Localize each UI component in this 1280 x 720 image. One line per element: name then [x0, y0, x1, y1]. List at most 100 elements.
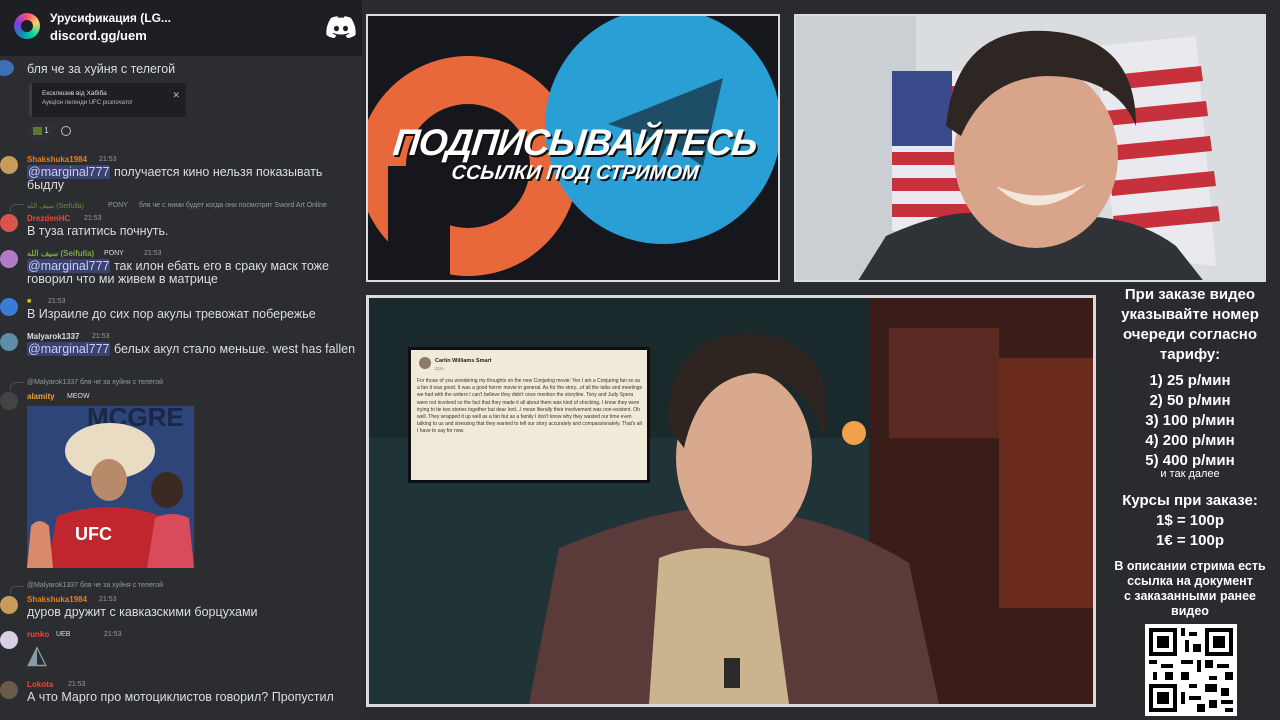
post-body: For those of you wondering my thoughts o…: [417, 378, 643, 435]
reply-preview[interactable]: @Malyarok1337 бля че за хуйня с телегой: [27, 379, 163, 386]
rate-item: 1$ = 100р: [1156, 512, 1224, 529]
note-line: с заказанными ранее: [1123, 589, 1256, 603]
link-embed[interactable]: Ексклюзив від Хабіба Аукціон легенди UFC…: [29, 83, 186, 117]
message-text: @marginal777 белых акул стало меньше. we…: [27, 342, 357, 356]
close-icon[interactable]: ✕: [172, 90, 180, 101]
timestamp: 21:53: [144, 250, 162, 257]
mention[interactable]: @marginal777: [27, 342, 111, 356]
user-badge: UEB: [56, 631, 71, 638]
stream-layout: Урусификация (LG... discord.gg/uem бля ч…: [0, 0, 1280, 720]
gif-attachment[interactable]: MCGRE UFC: [27, 406, 194, 568]
order-instructions: При заказе видео указывайте номер очеред…: [1100, 285, 1280, 365]
timestamp: 21:53: [48, 298, 66, 305]
avatar: [0, 156, 18, 174]
tariff-list: 1) 25 р/мин 2) 50 р/мин 3) 100 р/мин 4) …: [1100, 371, 1280, 471]
avatar: [0, 250, 18, 268]
reply-connector: [10, 204, 24, 212]
embed-description: Аукціон легенди UFC розпочато!: [42, 100, 133, 106]
username[interactable]: runko: [27, 630, 49, 639]
server-name: Урусификация (LG...: [50, 11, 171, 25]
rates-title: Курсы при заказе:: [1122, 492, 1258, 509]
tariff-item: 1) 25 р/мин: [1149, 372, 1231, 389]
subscribe-promo-panel: ПОДПИСЫВАЙТЕСЬ ССЫЛКИ ПОД СТРИМОМ: [366, 14, 780, 282]
webcam-feed: [794, 14, 1266, 282]
post-avatar: [419, 357, 431, 369]
note-line: ссылка на документ: [1127, 574, 1253, 588]
timestamp: 21:53: [104, 631, 122, 638]
username[interactable]: alamity: [27, 392, 55, 401]
tariff-item: 3) 100 р/мин: [1145, 412, 1235, 429]
timestamp: 21:53: [68, 681, 86, 688]
server-icon[interactable]: [14, 13, 40, 39]
username[interactable]: سيف الله (Seifulla): [27, 249, 94, 258]
message-text: бля че за хуйня с телегой: [27, 62, 176, 76]
avatar: [0, 298, 18, 316]
avatar: [0, 214, 18, 232]
reply-preview[interactable]: бля че с ними будет когда они посмотрят …: [139, 202, 327, 209]
instruction-line: тарифу:: [1159, 346, 1221, 363]
message-body: белых акул стало меньше. west has fallen: [113, 342, 356, 356]
tariff-item: 4) 200 р/мин: [1145, 432, 1235, 449]
message-text: @marginal777 получается кино нельзя пока…: [27, 165, 357, 192]
discord-chat-overlay: Урусификация (LG... discord.gg/uem бля ч…: [0, 0, 362, 720]
avatar: [0, 681, 18, 699]
timestamp: 21:53: [99, 596, 117, 603]
embed-title: Ексклюзив від Хабіба: [42, 90, 107, 97]
add-reaction-icon[interactable]: [61, 126, 71, 136]
exchange-rates: Курсы при заказе: 1$ = 100р 1€ = 100р: [1100, 491, 1280, 551]
avatar: [0, 392, 18, 410]
tariff-item: 2) 50 р/мин: [1149, 392, 1231, 409]
post-time: 21m: [435, 366, 444, 371]
message-text: А что Марго про мотоциклистов говорил? П…: [27, 690, 334, 704]
mention[interactable]: @marginal777: [27, 165, 111, 179]
reaction-chip[interactable]: 1: [29, 123, 55, 139]
reply-preview[interactable]: @Malyarok1337 бля че за хуйня с телегой: [27, 582, 163, 589]
username[interactable]: Shakshuka1984: [27, 155, 87, 164]
avatar: [0, 596, 18, 614]
reply-badge: PONY: [108, 202, 128, 209]
message-text: @marginal777 так илон ебать его в сраку …: [27, 259, 357, 286]
promo-headline: ПОДПИСЫВАЙТЕСЬ: [391, 122, 759, 163]
description-note: В описании стрима есть ссылка на докумен…: [1100, 559, 1280, 619]
timestamp: 21:53: [84, 215, 102, 222]
discord-logo-icon: [326, 16, 356, 38]
reply-connector: [10, 586, 24, 594]
user-badge: MEOW: [67, 393, 90, 400]
post-author: Carlin Williams Smart: [435, 358, 492, 364]
main-video-player[interactable]: Carlin Williams Smart 21m For those of y…: [366, 295, 1096, 707]
note-line: В описании стрима есть: [1114, 559, 1266, 573]
username[interactable]: DrezdenHC: [27, 214, 70, 223]
username[interactable]: Malyarok1337: [27, 332, 79, 341]
username[interactable]: Lokota: [27, 680, 53, 689]
reply-connector: [10, 382, 24, 390]
avatar: [0, 631, 18, 649]
tariff-continuation: и так далее: [1160, 468, 1220, 480]
instruction-line: очереди согласно: [1122, 326, 1258, 343]
server-invite-link[interactable]: discord.gg/uem: [50, 28, 147, 43]
facebook-post-card: Carlin Williams Smart 21m For those of y…: [411, 350, 647, 480]
message-text: дуров дружит с кавказскими борцухами: [27, 605, 258, 619]
avatar: [0, 333, 18, 351]
message-text: В туза гатитись почнуть.: [27, 224, 169, 238]
user-badge: PONY: [104, 250, 124, 257]
instruction-line: При заказе видео: [1124, 286, 1256, 303]
avatar: [0, 60, 14, 76]
chat-header: Урусификация (LG... discord.gg/uem: [0, 0, 362, 56]
username[interactable]: Shakshuka1984: [27, 595, 87, 604]
qr-code[interactable]: [1145, 624, 1237, 716]
shark-sticker-icon: ◭: [27, 639, 47, 669]
reaction-count: 1: [44, 126, 49, 135]
message-text: В Израиле до сих пор акулы тревожат побе…: [27, 307, 316, 321]
emoji-icon: [33, 126, 42, 135]
gif-image: MCGRE UFC: [27, 406, 194, 568]
instruction-line: указывайте номер: [1121, 306, 1259, 323]
reply-author: سيف الله (Seifulla): [27, 203, 84, 210]
timestamp: 21:53: [92, 333, 110, 340]
username[interactable]: ■: [27, 298, 31, 305]
rate-item: 1€ = 100р: [1156, 532, 1224, 549]
note-line: видео: [1171, 604, 1209, 618]
gif-label: UFC: [75, 524, 112, 544]
mention[interactable]: @marginal777: [27, 259, 111, 273]
timestamp: 21:53: [99, 156, 117, 163]
webcam-image: [796, 16, 1264, 280]
